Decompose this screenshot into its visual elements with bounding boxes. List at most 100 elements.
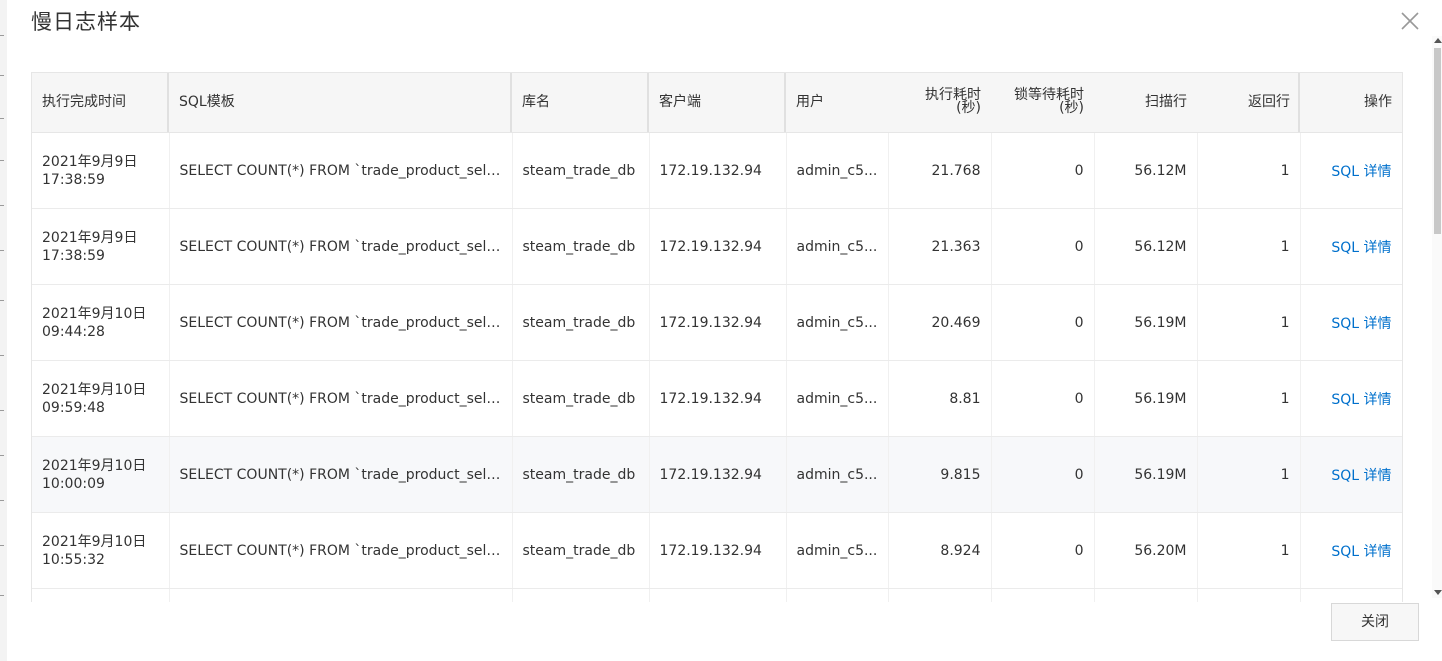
cell-rows-returned: 1: [1197, 208, 1301, 285]
header-exec-time[interactable]: 执行耗时 (秒): [888, 72, 991, 133]
cell-db: [512, 588, 650, 602]
cell-time: 2021年9月10日 10:55:32: [32, 512, 170, 589]
cell-rows-returned: 1: [1197, 132, 1301, 209]
cell-db: steam_trade_db: [512, 284, 650, 361]
cell-user: admin_c5...: [786, 132, 889, 209]
table-row: 2021年9月10日 09:59:48 SELECT COUNT(*) FROM …: [32, 360, 1402, 437]
cell-rows-scanned: 56.12M: [1094, 132, 1198, 209]
cell-rows-scanned: 56.12M: [1094, 208, 1198, 285]
cell-rows-returned: 1: [1197, 436, 1301, 513]
cell-client: 172.19.132.94: [649, 436, 787, 513]
background-tick: [0, 355, 4, 356]
cell-client: 172.19.132.94: [649, 284, 787, 361]
close-icon[interactable]: [1399, 10, 1421, 32]
sql-detail-link[interactable]: SQL 详情: [1331, 316, 1391, 332]
sql-detail-link[interactable]: SQL 详情: [1331, 240, 1391, 256]
header-client: 客户端: [649, 72, 786, 133]
cell-action: SQL 详情: [1300, 132, 1402, 209]
sql-detail-link[interactable]: SQL 详情: [1331, 468, 1391, 484]
cell-rows-returned: 1: [1197, 284, 1301, 361]
sql-detail-link[interactable]: SQL 详情: [1331, 164, 1391, 180]
background-tick: [0, 500, 4, 501]
table-header-row: 执行完成时间 SQL模板 库名 客户端 用户 执行耗时 (秒) 锁等待耗时 (秒) …: [32, 72, 1402, 133]
cell-lock-time: 0: [991, 512, 1095, 589]
cell-client: 172.19.132.94: [649, 132, 787, 209]
cell-rows-scanned: 56.19M: [1094, 360, 1198, 437]
scroll-up-arrow-icon[interactable]: [1434, 38, 1442, 43]
cell-time: [32, 588, 170, 602]
cell-exec-time: 20.469: [888, 284, 992, 361]
slow-log-table: 执行完成时间 SQL模板 库名 客户端 用户 执行耗时 (秒) 锁等待耗时 (秒) …: [32, 72, 1402, 602]
cell-sql: SELECT COUNT(*) FROM `trade_product_sell…: [169, 284, 513, 361]
cell-db: steam_trade_db: [512, 436, 650, 513]
cell-time: 2021年9月9日 17:38:59: [32, 208, 170, 285]
cell-time: 2021年9月10日 09:59:48: [32, 360, 170, 437]
background-tick: [0, 75, 4, 76]
sql-detail-link[interactable]: SQL 详情: [1331, 392, 1391, 408]
cell-exec-time: 21.363: [888, 208, 992, 285]
background-page-strip: [0, 0, 7, 661]
cell-rows-scanned: 56.20M: [1094, 512, 1198, 589]
table-row-hovered: 2021年9月10日 10:00:09 SELECT COUNT(*) FROM …: [32, 436, 1402, 513]
slow-log-table-container: 执行完成时间 SQL模板 库名 客户端 用户 执行耗时 (秒) 锁等待耗时 (秒) …: [31, 72, 1403, 602]
cell-rows-returned: 1: [1197, 512, 1301, 589]
cell-action: SQL 详情: [1300, 436, 1402, 513]
cell-lock-time: 0: [991, 436, 1095, 513]
header-action: 操作: [1300, 72, 1402, 133]
cell-sql: SELECT COUNT(*) FROM `trade_product_sell…: [169, 436, 513, 513]
cell-exec-time: 8.81: [888, 360, 992, 437]
header-user: 用户: [786, 72, 888, 133]
sql-detail-link[interactable]: SQL 详情: [1331, 544, 1391, 560]
cell-exec-time: 9.815: [888, 436, 992, 513]
header-lock-time[interactable]: 锁等待耗时 (秒): [991, 72, 1094, 133]
cell-action: [1300, 588, 1402, 602]
background-tick: [0, 205, 4, 206]
cell-action: SQL 详情: [1300, 360, 1402, 437]
table-row: 2021年9月10日 10:55:32 SELECT COUNT(*) FROM …: [32, 512, 1402, 589]
cell-time: 2021年9月10日 09:44:28: [32, 284, 170, 361]
scrollbar-thumb[interactable]: [1434, 48, 1441, 234]
header-db: 库名: [512, 72, 649, 133]
cell-user: admin_c5...: [786, 284, 889, 361]
background-tick: [0, 118, 4, 119]
cell-client: 172.19.132.94: [649, 360, 787, 437]
cell-user: admin_c5...: [786, 436, 889, 513]
table-row: 2021年9月10日 09:44:28 SELECT COUNT(*) FROM …: [32, 284, 1402, 361]
cell-db: steam_trade_db: [512, 208, 650, 285]
table-row-partial: [32, 588, 1402, 602]
table-row: 2021年9月9日 17:38:59 SELECT COUNT(*) FROM `…: [32, 132, 1402, 209]
cell-db: steam_trade_db: [512, 360, 650, 437]
cell-db: steam_trade_db: [512, 132, 650, 209]
header-time: 执行完成时间: [32, 72, 169, 133]
cell-sql: SELECT COUNT(*) FROM `trade_product_sell…: [169, 132, 513, 209]
cell-rows-scanned: 56.19M: [1094, 284, 1198, 361]
cell-client: [649, 588, 787, 602]
cell-rows-scanned: [1094, 588, 1198, 602]
close-button[interactable]: 关闭: [1331, 603, 1419, 641]
header-rows-returned[interactable]: 返回行: [1197, 72, 1300, 133]
cell-lock-time: 0: [991, 284, 1095, 361]
background-tick: [0, 455, 4, 456]
cell-time: 2021年9月9日 17:38:59: [32, 132, 170, 209]
background-tick: [0, 545, 4, 546]
background-tick: [0, 35, 4, 36]
background-tick: [0, 300, 4, 301]
background-tick: [0, 250, 4, 251]
cell-time: 2021年9月10日 10:00:09: [32, 436, 170, 513]
cell-action: SQL 详情: [1300, 284, 1402, 361]
cell-user: [786, 588, 889, 602]
cell-exec-time: [888, 588, 992, 602]
background-tick: [0, 595, 4, 596]
cell-rows-returned: [1197, 588, 1301, 602]
cell-client: 172.19.132.94: [649, 512, 787, 589]
cell-action: SQL 详情: [1300, 512, 1402, 589]
header-rows-scanned[interactable]: 扫描行: [1094, 72, 1197, 133]
cell-sql: SELECT COUNT(*) FROM `trade_product_sell…: [169, 512, 513, 589]
background-tick: [0, 410, 4, 411]
dialog-title: 慢日志样本: [31, 10, 141, 34]
cell-rows-returned: 1: [1197, 360, 1301, 437]
cell-exec-time: 8.924: [888, 512, 992, 589]
cell-lock-time: [991, 588, 1095, 602]
scroll-down-arrow-icon[interactable]: [1434, 590, 1442, 595]
cell-sql: SELECT COUNT(*) FROM `trade_product_sell…: [169, 208, 513, 285]
